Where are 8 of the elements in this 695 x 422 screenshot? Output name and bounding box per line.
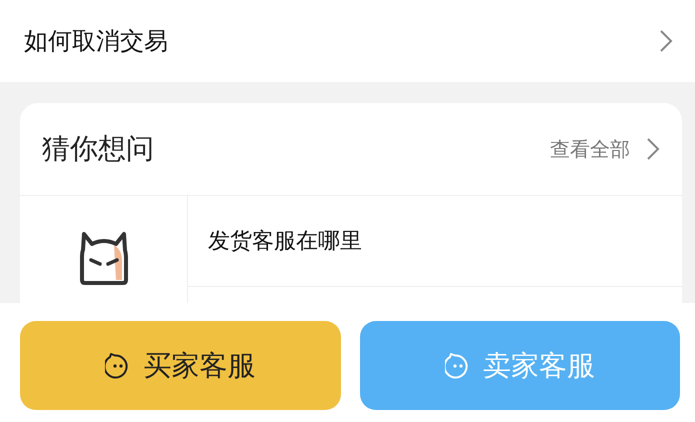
question-item[interactable]: 发货客服在哪里 [188, 196, 682, 287]
chevron-icon [659, 29, 673, 53]
devil-mascot-icon [78, 230, 130, 286]
section-title: 猜你想问 [42, 131, 154, 167]
support-button[interactable]: 买家客服 [20, 321, 340, 410]
view-all-link[interactable]: 查看全部 [550, 136, 630, 162]
menu-item-label[interactable]: 如何取消交易 [24, 25, 168, 57]
chevron-icon [646, 137, 660, 161]
